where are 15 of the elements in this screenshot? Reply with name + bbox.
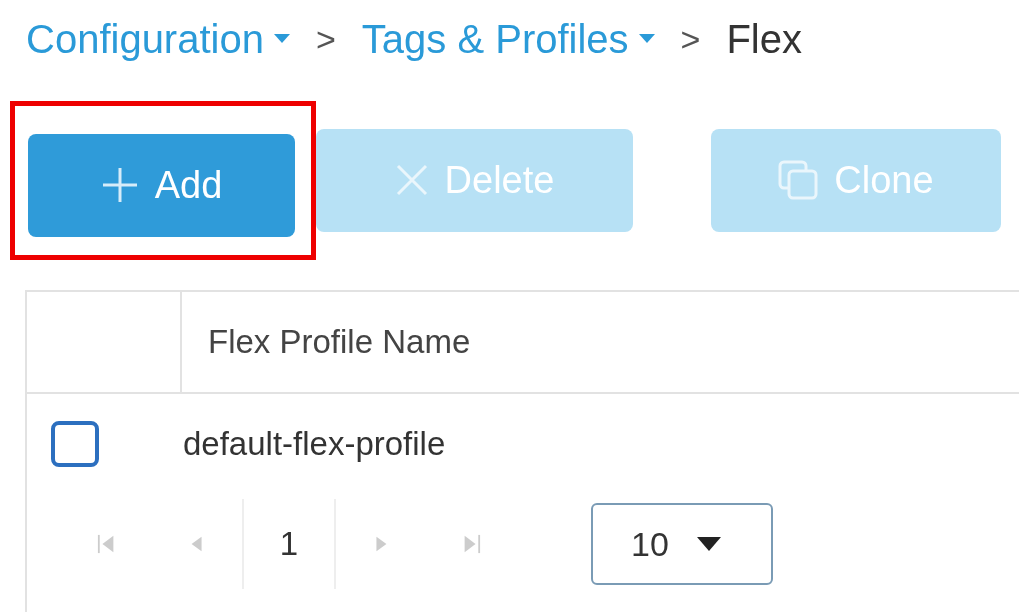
checkbox[interactable] <box>51 421 99 467</box>
copy-icon <box>778 160 819 200</box>
add-button[interactable]: Add <box>28 133 295 237</box>
page-size-select[interactable]: 10 <box>591 503 773 585</box>
table-cell-text: default-flex-profile <box>183 424 446 465</box>
breadcrumb-link[interactable]: Tags & Profiles <box>361 9 629 69</box>
plus-icon <box>100 166 139 204</box>
dropdown-arrow-icon <box>696 537 721 551</box>
breadcrumb-link[interactable]: Configuration <box>26 9 264 69</box>
column-header: Flex Profile Name <box>207 322 471 363</box>
breadcrumb-separator: > <box>680 18 701 60</box>
breadcrumb-separator: > <box>315 18 336 60</box>
close-icon <box>394 163 429 197</box>
breadcrumb-current: Flex <box>726 16 802 63</box>
page-number[interactable]: 1 <box>242 499 336 589</box>
